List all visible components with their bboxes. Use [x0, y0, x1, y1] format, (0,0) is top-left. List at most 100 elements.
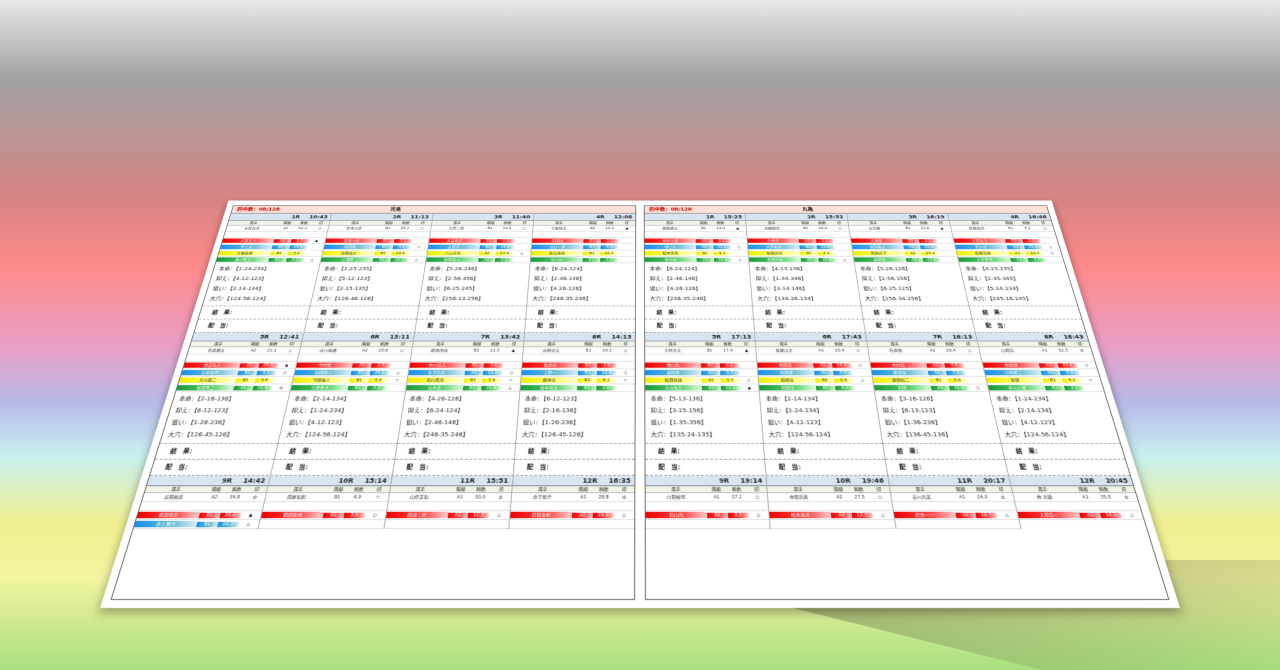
- racer-name: 鈴木一一: [893, 511, 957, 519]
- race-number: 3R: [907, 214, 918, 220]
- result-field: 結 果：: [882, 442, 1005, 459]
- win-rate: 3.6: [946, 370, 966, 375]
- column-header: 階級: [333, 487, 344, 493]
- bet-label: 抑え：: [766, 407, 786, 414]
- racer-row: 田屋和則 B1 6.9 ☆: [264, 493, 389, 503]
- mark: ○: [275, 370, 295, 375]
- result-field: 結 果：: [764, 442, 885, 459]
- racer-row: [756, 354, 870, 362]
- racer-row: [768, 502, 893, 511]
- racer-class: B1: [237, 370, 258, 375]
- racer-name: 大塚和夫: [532, 226, 585, 231]
- mark: ○: [831, 226, 849, 231]
- racer-row: 吉野卓夫 B1 19.1 △: [523, 347, 635, 355]
- racer-row: 崎浦三郎 A1 17.3 △: [385, 510, 510, 520]
- column-header: 階級: [815, 342, 825, 347]
- result-field: 結 果：: [969, 305, 1082, 319]
- win-rate: 52.2: [293, 226, 312, 231]
- mark: ☆: [387, 377, 407, 383]
- bet-line: 本命：【5-26-126】: [859, 264, 956, 274]
- racer-row: 井上優介 B1 10.3 △: [133, 519, 260, 530]
- bet-line: 大穴：【256-13-256】: [424, 294, 522, 304]
- bet-line: 抑え：【6-13-123】: [882, 405, 989, 417]
- racer-name: 石田浩: [759, 385, 817, 391]
- bet-label: 大穴：: [424, 296, 443, 302]
- bet-value: 【4-12-123】: [306, 419, 346, 426]
- racer-row: 小林健二 A1 5.4: [984, 369, 1100, 377]
- note-label: 結 果：: [537, 309, 562, 316]
- bet-value: 【2-56-456】: [444, 276, 480, 282]
- bet-line: 大穴：【246-35-246】: [403, 429, 511, 441]
- bet-label: 抑え：: [882, 407, 903, 414]
- note-label: 結 果：: [408, 447, 435, 455]
- race-block: 5R 17:13 選手 階級 勝数印大村光夫 B1 17.4 ▲ 福山政 B2 3.1 森田恵 A1 3.…: [645, 332, 1131, 476]
- racer-class: A2: [478, 251, 497, 256]
- bet-line: 狙い：【4-26-126】: [533, 284, 630, 294]
- win-rate: 24.2: [369, 370, 390, 375]
- race-card: 12R 20:45 選手 階級 勝数 印林 光雄 A1 35.5 ◎ 大田浩一 A2 14.1 △: [1008, 475, 1147, 529]
- column-header: 選手: [324, 342, 335, 347]
- bet-value: 【256-34-256】: [881, 296, 925, 302]
- bet-label: 大穴：: [521, 431, 542, 439]
- racer-class: B1: [479, 245, 497, 249]
- race-header: 3R 11:40: [432, 213, 534, 221]
- mark: ▲: [933, 226, 951, 231]
- racer-class: A1: [1040, 370, 1061, 375]
- racer-row: [185, 354, 299, 362]
- racer-name: 原田健: [758, 369, 815, 376]
- column-header: 選手: [555, 221, 564, 225]
- bet-label: 大穴：: [864, 296, 883, 302]
- racer-row: 藤本由佳 B1 11.3 ▲: [411, 347, 523, 355]
- race-block: 9R 14:42 選手 階級 勝数印岩田裕彦 A2 34.8 ◎ 嶋田晴美 B1 25.9 ▲ 井上優介…: [133, 475, 635, 530]
- racer-row: 吉川泰輔 A2 20.6 ○: [299, 347, 412, 355]
- racer-class: B1: [480, 238, 498, 243]
- racer-class: B1: [462, 385, 482, 391]
- bet-label: 本命：: [429, 266, 447, 272]
- win-rate: 20.8: [481, 385, 501, 391]
- racer-name: 嶋田晴美: [136, 511, 201, 519]
- win-rate: 3.2: [600, 238, 619, 243]
- racer-row: 大山和夫 A2 12.1 ▲: [645, 384, 760, 393]
- race-time: 15:25: [723, 214, 743, 220]
- racer-name: 吉川泰輔: [299, 347, 357, 353]
- racer-row: 藤田寿 A1 34.2 ○: [757, 361, 871, 370]
- racer-class: A2: [477, 257, 496, 262]
- racer-name: 藤崎和: [871, 369, 929, 376]
- win-rate: 5.4: [600, 245, 619, 249]
- column-header: 勝数: [401, 221, 410, 225]
- bet-value: 【245-16-245】: [989, 296, 1033, 302]
- column-header: 印: [621, 487, 627, 493]
- race-header: 1R 10:43: [229, 213, 332, 221]
- note-label: 配 当：: [778, 463, 805, 471]
- bet-label: 本命：: [754, 266, 772, 272]
- racer-row: [980, 354, 1095, 362]
- racer-name: 井上優介: [134, 520, 198, 528]
- bet-value: 【5-13-136】: [668, 395, 707, 403]
- bet-line: 本命：【1-25-235】: [323, 264, 420, 274]
- racer-class: A2: [811, 348, 831, 353]
- mark: ▲: [739, 385, 759, 391]
- payout-field: 配 当：: [414, 318, 526, 333]
- racer-row: 中川大輔 B1 3.1: [987, 384, 1105, 393]
- bet-value: 【6-25-245】: [443, 286, 479, 292]
- race-number: 6R: [369, 333, 381, 340]
- win-rate: 12.4: [597, 370, 616, 375]
- bet-line: 狙い：【6-25-245】: [426, 284, 523, 294]
- mark: △: [388, 370, 408, 375]
- racer-name: 林 光雄: [1013, 494, 1077, 501]
- bet-label: 抑え：: [215, 276, 234, 282]
- column-header: 勝数: [353, 487, 364, 493]
- bet-label: 狙い：: [405, 419, 426, 426]
- race-header: 6R 17:43: [755, 332, 866, 342]
- result-field: 結 果：: [1001, 442, 1125, 459]
- column-header: 勝数: [605, 221, 614, 225]
- bet-line: 本命：【4-26-126】: [409, 394, 514, 406]
- bet-label: 大穴：: [403, 431, 424, 439]
- win-rate: 3.2: [712, 238, 731, 243]
- racer-row: 飯島佳 B2 3.8: [521, 361, 635, 370]
- column-header: 選手: [213, 342, 224, 347]
- column-header: 階級: [1078, 487, 1089, 493]
- racer-row: [894, 519, 1021, 530]
- win-rate: 3.6: [392, 245, 411, 249]
- win-rate: 3.5: [393, 238, 412, 243]
